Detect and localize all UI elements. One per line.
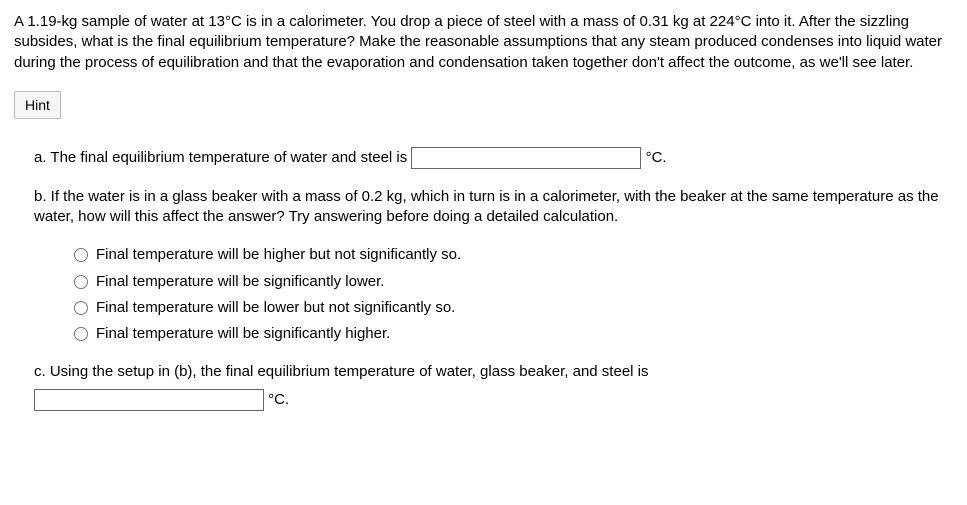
part-a-unit: °C. <box>646 149 667 166</box>
part-c-unit: °C. <box>268 390 289 407</box>
part-b-radio-0[interactable] <box>74 248 88 262</box>
part-b-radio-1[interactable] <box>74 275 88 289</box>
part-c-input[interactable] <box>34 389 264 411</box>
option-row: Final temperature will be significantly … <box>74 324 944 344</box>
hint-button[interactable]: Hint <box>14 91 61 119</box>
option-row: Final temperature will be lower but not … <box>74 298 944 318</box>
part-a: a. The final equilibrium temperature of … <box>34 147 944 169</box>
part-c-text: c. Using the setup in (b), the final equ… <box>34 362 944 382</box>
part-b-option-label: Final temperature will be lower but not … <box>96 298 455 318</box>
part-b-option-label: Final temperature will be significantly … <box>96 324 390 344</box>
parts-container: a. The final equilibrium temperature of … <box>14 147 944 411</box>
part-b-radio-2[interactable] <box>74 301 88 315</box>
part-b: b. If the water is in a glass beaker wit… <box>34 187 944 345</box>
part-a-input[interactable] <box>411 147 641 169</box>
part-b-option-label: Final temperature will be significantly … <box>96 272 384 292</box>
part-b-options: Final temperature will be higher but not… <box>74 245 944 344</box>
part-b-radio-3[interactable] <box>74 327 88 341</box>
part-a-prefix: a. The final equilibrium temperature of … <box>34 149 411 166</box>
problem-statement: A 1.19-kg sample of water at 13°C is in … <box>14 12 953 73</box>
part-c: c. Using the setup in (b), the final equ… <box>34 362 944 410</box>
part-b-text: b. If the water is in a glass beaker wit… <box>34 187 944 228</box>
option-row: Final temperature will be significantly … <box>74 272 944 292</box>
part-b-option-label: Final temperature will be higher but not… <box>96 245 461 265</box>
option-row: Final temperature will be higher but not… <box>74 245 944 265</box>
